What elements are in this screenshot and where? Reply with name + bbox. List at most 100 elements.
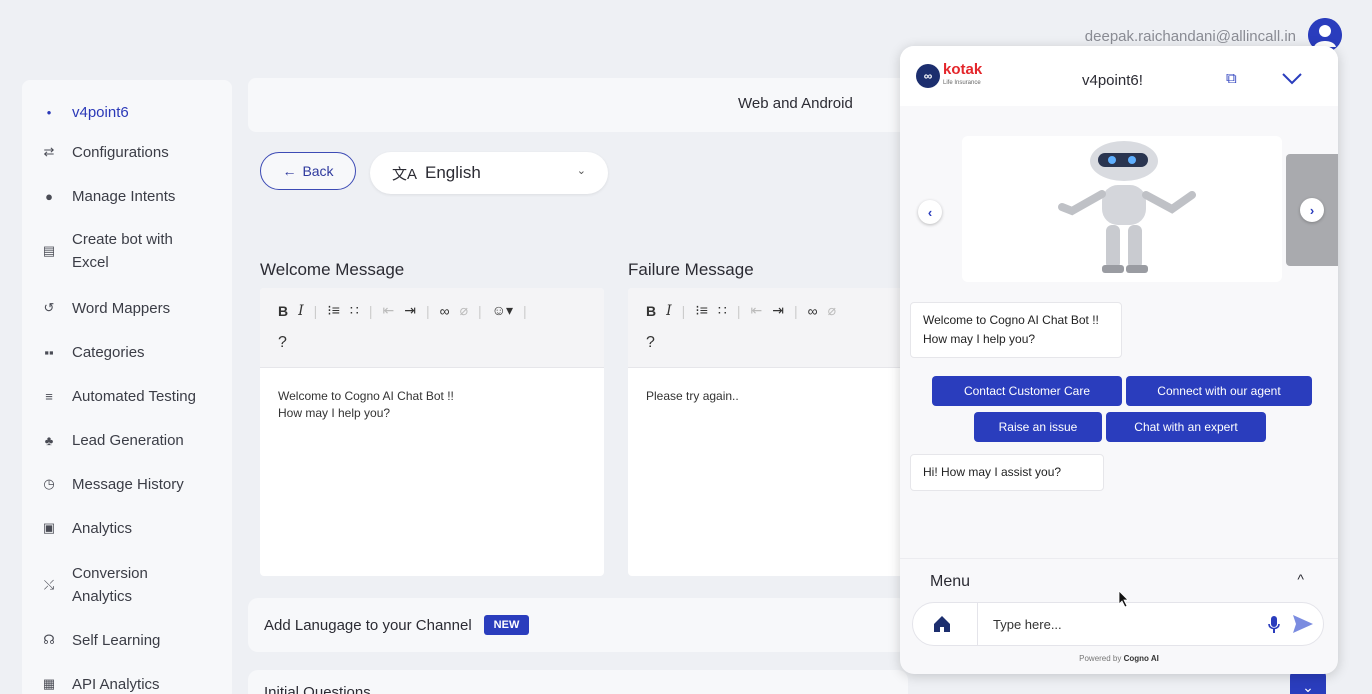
sidebar-item-conversion-analytics[interactable]: ⤯ Conversion Analytics xyxy=(22,560,232,610)
language-select[interactable]: 文A English ⌄ xyxy=(370,152,608,194)
indent-icon[interactable]: ⇥ xyxy=(772,302,784,319)
back-button[interactable]: ← Back xyxy=(260,152,356,190)
carousel-prev-button[interactable]: ‹ xyxy=(918,200,942,224)
self-learning-icon: ☊ xyxy=(43,632,55,647)
powered-by: Powered by Cogno AI xyxy=(900,654,1338,663)
chat-title: v4point6! xyxy=(1082,72,1143,89)
chip-contact-customer-care[interactable]: Contact Customer Care xyxy=(932,376,1122,406)
toolbar-divider: | xyxy=(736,302,741,319)
sidebar-item-label: v4point6 xyxy=(72,103,129,121)
sidebar-item-label: Manage Intents xyxy=(72,187,176,205)
editor-toolbar: B I | ⁝≡ ∷ | ⇤ ⇥ | ∞ ⌀ | ☺▾ | ? xyxy=(260,288,604,368)
lead-icon: ♣ xyxy=(44,432,54,448)
brand-logo-icon: ∞ xyxy=(916,64,940,88)
link-icon[interactable]: ∞ xyxy=(808,303,818,319)
expand-button[interactable]: ⌄ xyxy=(1290,672,1326,694)
welcome-text-line2: How may I help you? xyxy=(278,406,391,420)
conversion-icon: ⤯ xyxy=(43,577,55,592)
editor-content[interactable]: Please try again.. xyxy=(628,368,908,425)
sidebar-item-label: Self Learning xyxy=(72,631,161,649)
initial-questions-label: Initial Questions xyxy=(264,684,371,694)
carousel-image xyxy=(962,136,1282,282)
sidebar-item-word-mappers[interactable]: ↺ Word Mappers xyxy=(22,296,232,320)
ordered-list-icon[interactable]: ⁝≡ xyxy=(327,302,340,319)
chevron-up-icon[interactable]: ^ xyxy=(1297,571,1304,587)
chip-connect-agent[interactable]: Connect with our agent xyxy=(1126,376,1312,406)
sidebar-item-label: Configurations xyxy=(72,143,169,161)
toolbar-divider: | xyxy=(425,302,430,319)
help-icon[interactable]: ? xyxy=(646,334,655,352)
intents-icon: ● xyxy=(45,188,53,204)
sidebar-item-self-learning[interactable]: ☊ Self Learning xyxy=(22,628,232,652)
menu-label: Menu xyxy=(930,573,971,590)
sidebar-item-analytics[interactable]: ▣ Analytics xyxy=(22,516,232,540)
link-icon[interactable]: ∞ xyxy=(440,303,450,319)
agent-chat-icon[interactable]: ⧉ xyxy=(1226,70,1237,87)
unlink-icon[interactable]: ⌀ xyxy=(460,302,468,319)
chevron-left-icon: ‹ xyxy=(927,204,933,220)
unlink-icon[interactable]: ⌀ xyxy=(828,302,836,319)
editor-content[interactable]: Welcome to Cogno AI Chat Bot !! How may … xyxy=(260,368,604,442)
sidebar-item-label: Categories xyxy=(72,343,145,361)
add-language-card[interactable]: Add Lanugage to your Channel NEW xyxy=(248,598,908,652)
bot-welcome-bubble: Welcome to Cogno AI Chat Bot !! How may … xyxy=(910,302,1122,358)
bold-icon[interactable]: B xyxy=(646,303,656,319)
send-icon[interactable] xyxy=(1291,613,1315,635)
mic-icon[interactable] xyxy=(1267,615,1281,635)
sidebar-item-categories[interactable]: ▪▪ Categories xyxy=(22,340,232,364)
toolbar-divider: | xyxy=(368,302,373,319)
brand-logo: ∞ kotak Life Insurance xyxy=(916,62,982,88)
robot-image xyxy=(1058,141,1196,273)
outdent-icon[interactable]: ⇤ xyxy=(382,302,394,319)
indent-icon[interactable]: ⇥ xyxy=(404,302,416,319)
chat-input[interactable]: Type here... xyxy=(993,617,1062,632)
powered-prefix: Powered by xyxy=(1079,654,1122,663)
sidebar-item-configurations[interactable]: ⇄ Configurations xyxy=(22,140,232,164)
chip-raise-issue[interactable]: Raise an issue xyxy=(974,412,1102,442)
initial-questions-card[interactable]: Initial Questions xyxy=(248,670,908,694)
toolbar-divider: | xyxy=(681,302,686,319)
tab-web-android[interactable]: Web and Android xyxy=(738,95,853,112)
bold-icon[interactable]: B xyxy=(278,303,288,319)
user-email: deepak.raichandani@allincall.in xyxy=(1084,28,1296,45)
editor-toolbar: B I | ⁝≡ ∷ | ⇤ ⇥ | ∞ ⌀ ? xyxy=(628,288,908,368)
sidebar-item-message-history[interactable]: ◷ Message History xyxy=(22,472,232,496)
language-value: English xyxy=(425,163,481,182)
italic-icon[interactable]: I xyxy=(666,303,672,319)
home-icon[interactable] xyxy=(931,613,953,635)
emoji-icon[interactable]: ☺▾ xyxy=(492,302,513,319)
new-badge: NEW xyxy=(483,615,530,635)
sidebar-item-label: Lead Generation xyxy=(72,431,184,449)
sidebar-item-v4point6[interactable]: • v4point6 xyxy=(22,100,232,124)
sliders-icon: ⇄ xyxy=(43,144,55,159)
help-icon[interactable]: ? xyxy=(278,334,287,352)
bubble-line1: Welcome to Cogno AI Chat Bot !! xyxy=(923,313,1099,327)
sidebar-item-create-bot-excel[interactable]: ▤ Create bot with Excel xyxy=(22,226,232,276)
sidebar-item-api-analytics[interactable]: ▦ API Analytics xyxy=(22,672,232,694)
toolbar-divider: | xyxy=(478,302,482,319)
bullet-list-icon[interactable]: ∷ xyxy=(718,302,727,319)
failure-editor[interactable]: B I | ⁝≡ ∷ | ⇤ ⇥ | ∞ ⌀ ? Please try agai… xyxy=(628,288,908,576)
ordered-list-icon[interactable]: ⁝≡ xyxy=(695,302,708,319)
outdent-icon[interactable]: ⇤ xyxy=(750,302,762,319)
sidebar-item-automated-testing[interactable]: ≡ Automated Testing xyxy=(22,384,232,408)
bot-reply-bubble: Hi! How may I assist you? xyxy=(910,454,1104,491)
sidebar-item-label: Automated Testing xyxy=(72,387,196,405)
testing-icon: ≡ xyxy=(45,388,53,404)
excel-icon: ▤ xyxy=(42,243,56,258)
minimize-chevron-icon[interactable] xyxy=(1280,68,1304,88)
toolbar-divider: | xyxy=(313,302,318,319)
analytics-icon: ▣ xyxy=(42,520,56,535)
translate-icon: 文A xyxy=(392,165,418,183)
chevron-down-icon: ⌄ xyxy=(576,165,586,177)
italic-icon[interactable]: I xyxy=(298,303,304,319)
dot-icon: • xyxy=(46,104,52,120)
sidebar-item-label: Word Mappers xyxy=(72,299,171,317)
chip-chat-expert[interactable]: Chat with an expert xyxy=(1106,412,1266,442)
sidebar-item-lead-generation[interactable]: ♣ Lead Generation xyxy=(22,428,232,452)
powered-brand: Cogno AI xyxy=(1123,654,1159,663)
bullet-list-icon[interactable]: ∷ xyxy=(350,302,359,319)
carousel-next-button[interactable]: › xyxy=(1300,198,1324,222)
sidebar-item-manage-intents[interactable]: ● Manage Intents xyxy=(22,184,232,208)
welcome-editor[interactable]: B I | ⁝≡ ∷ | ⇤ ⇥ | ∞ ⌀ | ☺▾ | ? Welcome … xyxy=(260,288,604,576)
